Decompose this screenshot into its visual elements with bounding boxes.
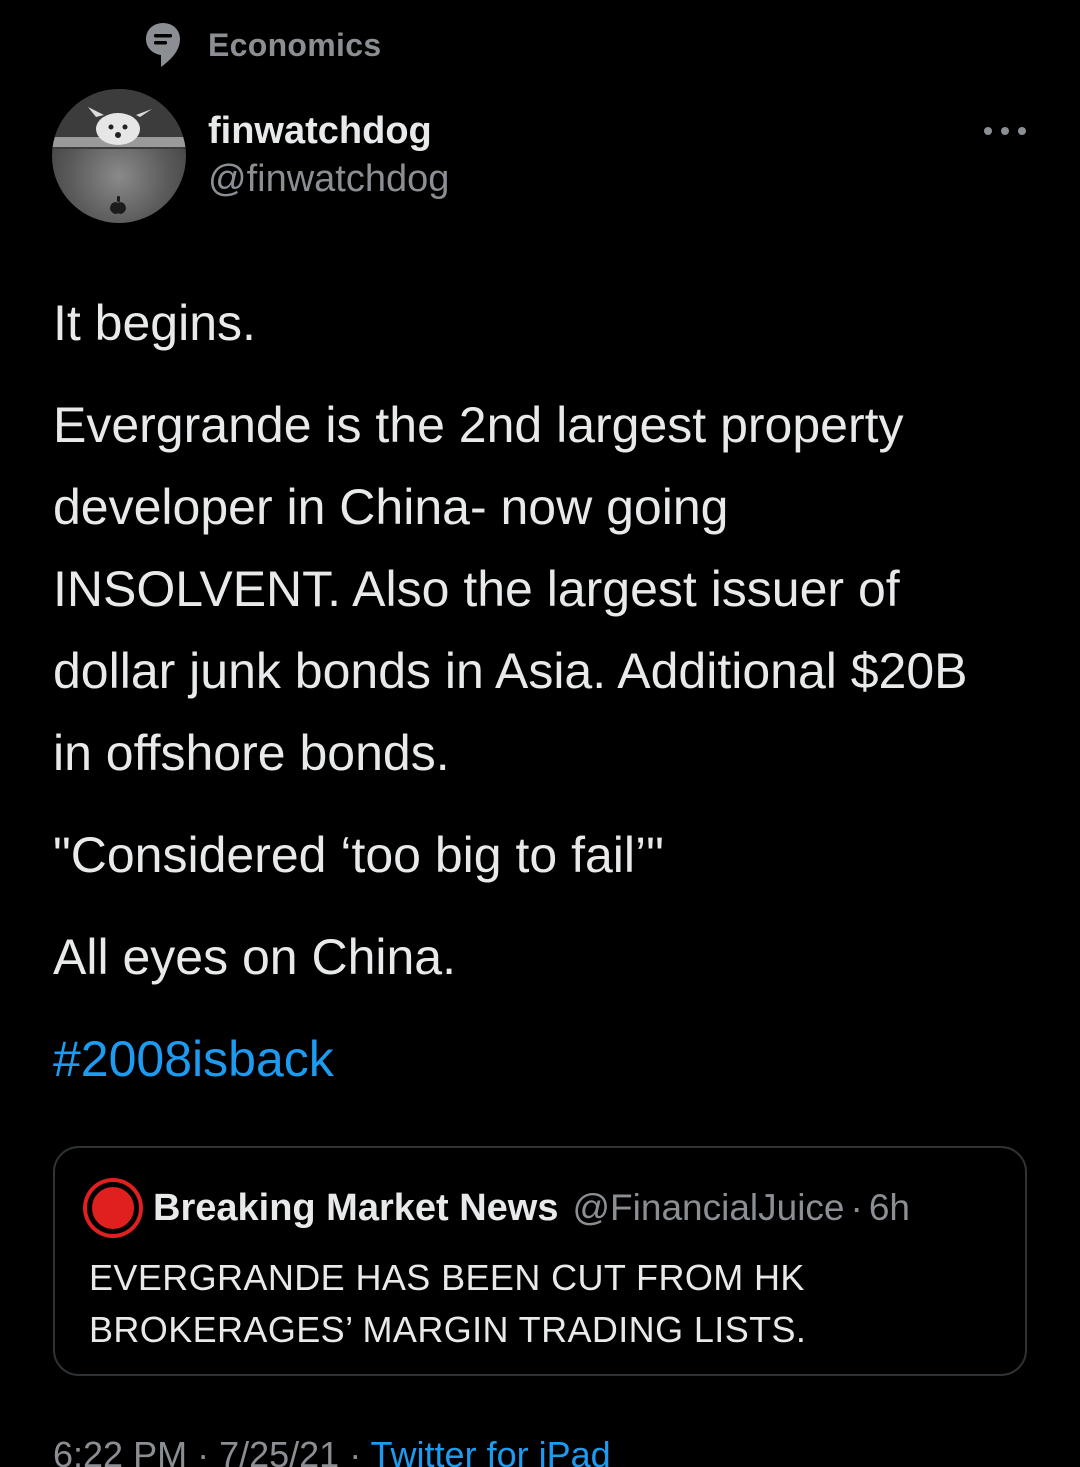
topic-row[interactable]: Economics (144, 20, 381, 70)
quoted-author-name: Breaking Market News (153, 1186, 559, 1229)
tweet-meta: 6:22 PM · 7/25/21 · Twitter for iPad (53, 1434, 611, 1467)
tweet-date: 7/25/21 (219, 1434, 340, 1467)
tweet-source-link[interactable]: Twitter for iPad (371, 1434, 611, 1467)
tweet-paragraph: Evergrande is the 2nd largest property d… (53, 397, 968, 781)
avatar[interactable] (52, 89, 186, 223)
author-handle[interactable]: @finwatchdog (208, 158, 449, 201)
more-dots-icon (984, 127, 992, 135)
tweet-time: 6:22 PM (53, 1434, 188, 1467)
quoted-tweet-time: 6h (868, 1187, 910, 1228)
meta-separator: · (339, 1434, 371, 1467)
topic-label: Economics (208, 26, 382, 63)
more-options-button[interactable] (982, 116, 1028, 146)
quoted-tweet-header: Breaking Market News @FinancialJuice · 6… (87, 1182, 910, 1234)
meta-separator: · (187, 1434, 220, 1467)
more-dots-icon (1001, 127, 1009, 135)
quoted-author-avatar (87, 1182, 139, 1234)
more-dots-icon (1018, 127, 1026, 135)
quoted-tweet-text: EVERGRANDE HAS BEEN CUT FROM HK BROKERAG… (89, 1257, 807, 1350)
quoted-tweet-card[interactable]: Breaking Market News @FinancialJuice · 6… (53, 1146, 1027, 1376)
tweet-paragraph: "Considered ‘too big to fail’" (53, 827, 664, 883)
dog-avatar-icon (52, 89, 186, 214)
separator-dot: · (850, 1187, 863, 1228)
quoted-author-handle: @FinancialJuice (572, 1187, 845, 1228)
topic-bubble-icon (144, 21, 182, 69)
tweet-paragraph: All eyes on China. (53, 929, 457, 985)
hashtag-link[interactable]: #2008isback (53, 1018, 1013, 1100)
author-display-name[interactable]: finwatchdog (208, 110, 432, 153)
tweet-paragraph: It begins. (53, 295, 256, 351)
tweet-text: It begins. Evergrande is the 2nd largest… (53, 282, 1013, 1100)
